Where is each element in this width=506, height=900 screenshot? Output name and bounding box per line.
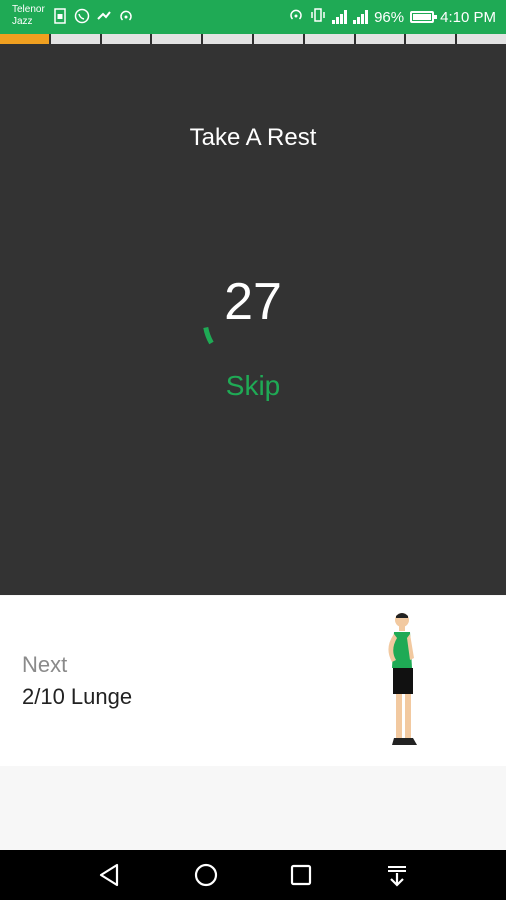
- progress-segment: [152, 34, 202, 44]
- exercise-figure-icon: [388, 613, 417, 745]
- next-exercise-name: 2/10 Lunge: [22, 684, 133, 709]
- progress-segment: [50, 34, 100, 44]
- vibrate-icon: [310, 7, 326, 27]
- skip-button[interactable]: Skip: [0, 370, 506, 402]
- circle-home-icon: [194, 863, 218, 887]
- next-exercise-card[interactable]: Next 2/10 Lunge: [0, 596, 506, 766]
- back-button[interactable]: [95, 860, 125, 890]
- battery-percent: 96%: [374, 8, 405, 26]
- countdown-value: 27: [224, 273, 282, 331]
- sim-card-icon: [52, 8, 68, 24]
- clock: 4:10 PM: [440, 8, 496, 26]
- next-label: Next: [22, 652, 68, 677]
- progress-segment: [304, 34, 354, 44]
- carrier-line-2: Jazz: [12, 16, 33, 27]
- navigation-bar: [0, 850, 506, 900]
- hotspot-icon: [118, 8, 134, 24]
- workout-progress: [0, 34, 506, 44]
- down-arrow-menu-icon: [388, 866, 406, 887]
- progress-segment: [355, 34, 405, 44]
- rest-title: Take A Rest: [189, 124, 317, 151]
- carrier-name: Telenor Jazz: [12, 4, 45, 28]
- status-right: 96% 4:10 PM: [288, 7, 496, 27]
- recents-button[interactable]: [286, 860, 316, 890]
- progress-segment: [203, 34, 252, 44]
- status-bar: Telenor Jazz 96% 4:10 PM: [0, 0, 506, 34]
- countdown-timer: 27: [198, 264, 308, 374]
- carrier-line-1: Telenor: [12, 4, 45, 15]
- missed-call-icon: [96, 8, 112, 24]
- progress-segment: [406, 34, 456, 44]
- triangle-back-icon: [99, 863, 119, 887]
- notification-icons: [52, 8, 134, 24]
- progress-segment: [0, 34, 49, 44]
- progress-segment: [253, 34, 303, 44]
- battery-icon: [410, 11, 438, 23]
- signal-icon: [332, 10, 348, 24]
- signal-icon: [353, 10, 369, 24]
- hotspot-icon: [288, 7, 304, 27]
- rest-screen: Take A Rest 27 Skip: [0, 44, 506, 595]
- menu-button[interactable]: [382, 860, 412, 890]
- progress-segment: [457, 34, 506, 44]
- progress-segment: [101, 34, 151, 44]
- home-button[interactable]: [191, 860, 221, 890]
- square-recents-icon: [290, 864, 312, 886]
- whatsapp-icon: [74, 8, 90, 24]
